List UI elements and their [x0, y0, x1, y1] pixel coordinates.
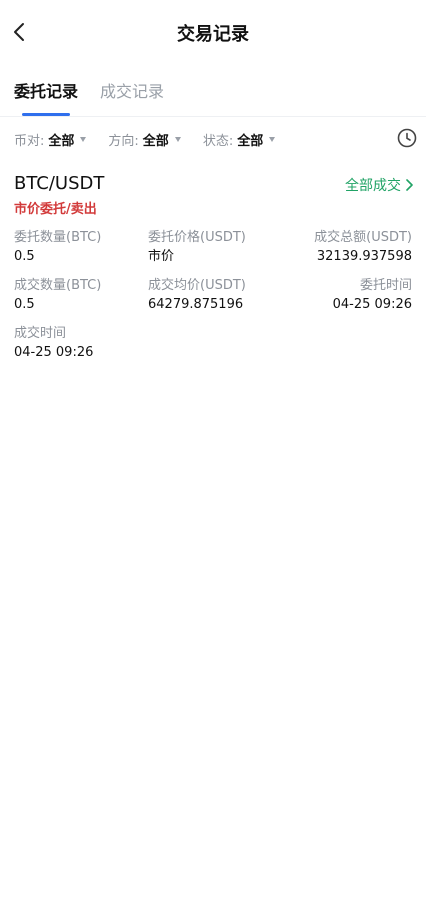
order-field: 委托数量(BTC) 0.5 — [14, 229, 148, 267]
field-value: 32139.937598 — [316, 249, 412, 264]
field-value: 64279.875196 — [148, 297, 244, 312]
filter-label: 币对: — [14, 133, 45, 149]
filter-value: 全部 — [142, 133, 169, 149]
tab-trade-records[interactable]: 成交记录 — [100, 64, 164, 116]
filter-value: 全部 — [48, 133, 75, 149]
caret-down-icon — [174, 137, 181, 142]
order-details: 委托数量(BTC) 0.5 委托价格(USDT) 市价 成交总额(USDT) 3… — [14, 229, 412, 363]
field-value: 0.5 — [14, 297, 35, 312]
filter-value: 全部 — [237, 133, 264, 149]
order-field: 成交时间 04-25 09:26 — [14, 325, 148, 363]
field-value: 0.5 — [14, 249, 35, 264]
field-label: 委托价格(USDT) — [148, 230, 246, 245]
field-label: 成交数量(BTC) — [14, 278, 102, 293]
order-field: 成交数量(BTC) 0.5 — [14, 277, 148, 315]
field-value: 04-25 09:26 — [14, 345, 94, 360]
order-field: 委托价格(USDT) 市价 — [148, 229, 280, 267]
field-label: 成交总额(USDT) — [314, 230, 412, 245]
order-field: 成交均价(USDT) 64279.875196 — [148, 277, 280, 315]
caret-down-icon — [269, 137, 276, 142]
field-value: 04-25 09:26 — [332, 297, 412, 312]
filter-label: 状态: — [202, 133, 234, 149]
order-status: 全部成交 — [345, 178, 401, 194]
field-label: 成交时间 — [14, 326, 67, 341]
field-value: 市价 — [148, 249, 175, 264]
order-field: 成交总额(USDT) 32139.937598 — [280, 229, 412, 267]
chevron-right-icon — [406, 179, 413, 191]
tab-active-indicator — [22, 113, 70, 116]
tab-label: 成交记录 — [100, 82, 165, 101]
field-label: 成交均价(USDT) — [148, 278, 246, 293]
order-type: 市价委托/卖出 — [14, 202, 97, 217]
page-title: 交易记录 — [177, 24, 249, 45]
clock-icon[interactable] — [396, 127, 418, 149]
order-card[interactable]: BTC/USDT 市价委托/卖出 全部成交 委托数量(BTC) 0.5 委托价格… — [0, 161, 426, 363]
tab-label: 委托记录 — [14, 82, 79, 101]
order-status-link[interactable]: 全部成交 — [345, 175, 414, 195]
filter-bar: 币对: 全部 方向: 全部 状态: 全部 — [0, 117, 426, 161]
caret-down-icon — [80, 137, 87, 142]
tab-bar: 委托记录 成交记录 — [0, 64, 426, 116]
tab-order-records[interactable]: 委托记录 — [14, 64, 78, 116]
filter-status-dropdown[interactable]: 状态: 全部 — [202, 130, 276, 149]
header: 交易记录 — [0, 0, 426, 64]
filter-pair-dropdown[interactable]: 币对: 全部 — [14, 130, 87, 149]
filter-direction-dropdown[interactable]: 方向: 全部 — [108, 130, 181, 149]
field-label: 委托时间 — [359, 278, 412, 293]
filter-label: 方向: — [108, 133, 139, 149]
field-label: 委托数量(BTC) — [14, 230, 102, 245]
order-field: 委托时间 04-25 09:26 — [280, 277, 412, 315]
